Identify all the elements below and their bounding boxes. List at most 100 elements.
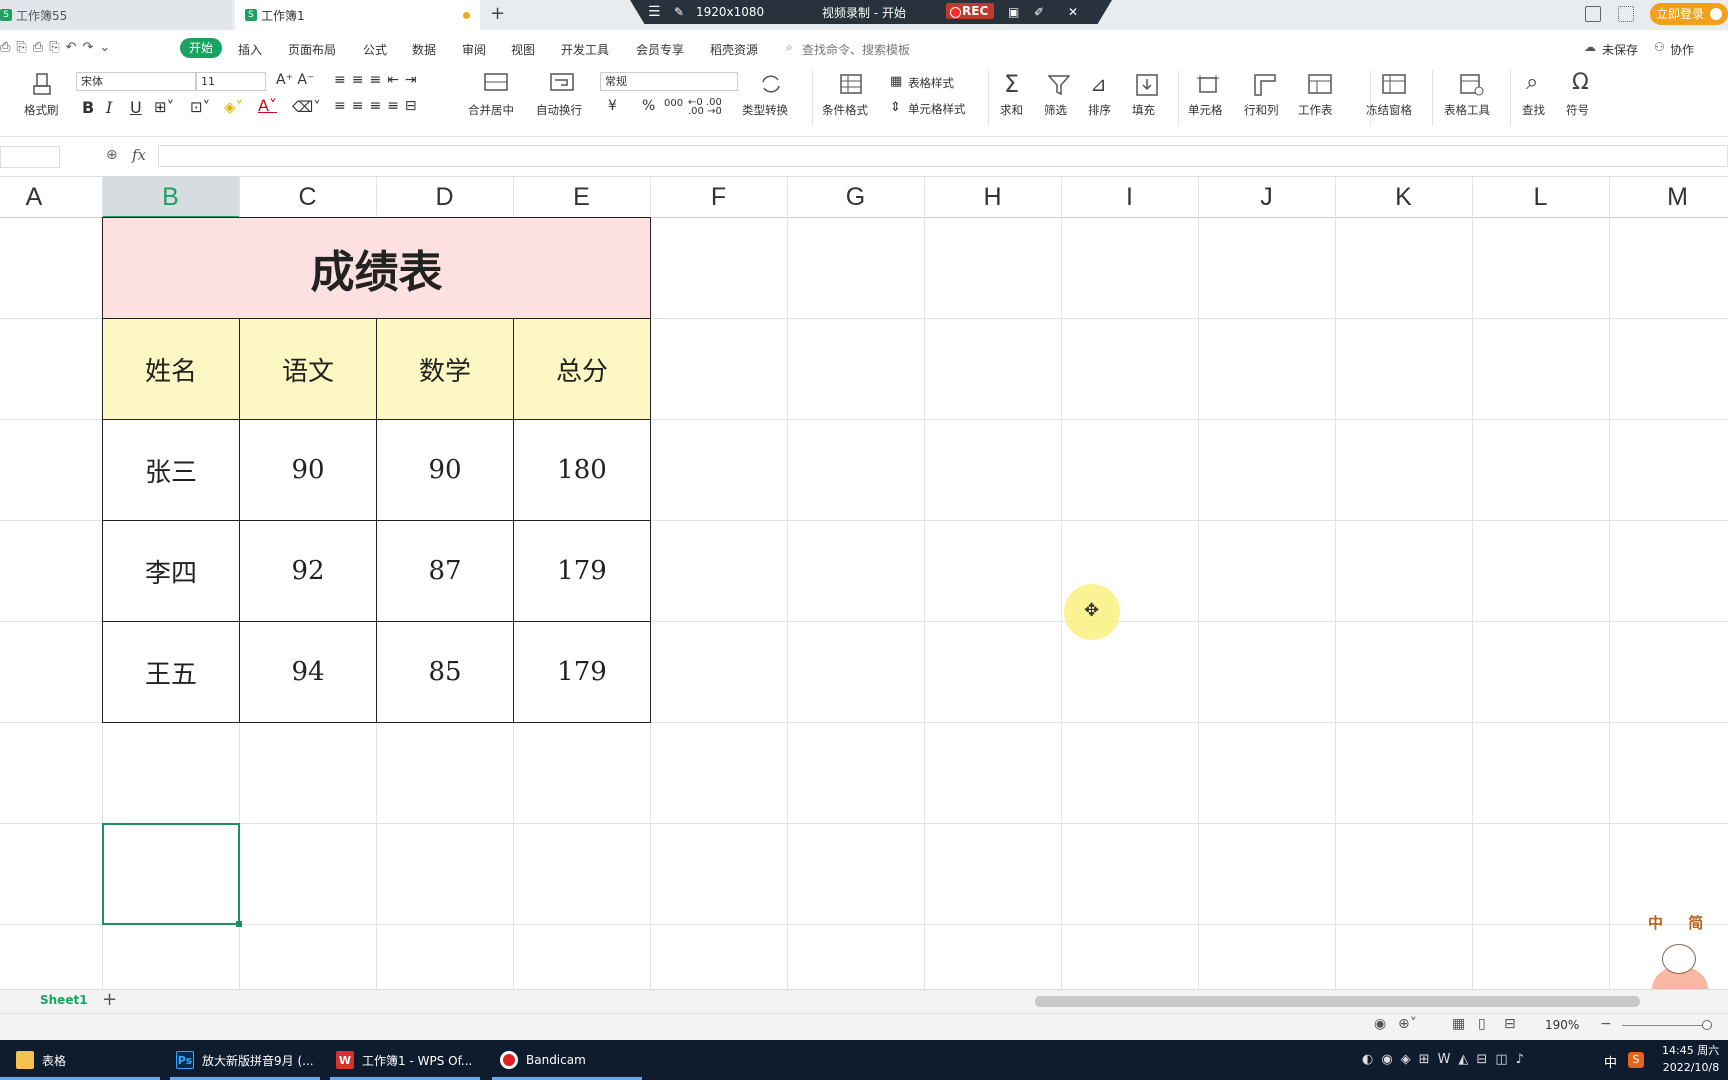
ime-indicator[interactable]: 中 [1604,1052,1617,1071]
eye-protection-icon[interactable]: ◉ [1374,1016,1386,1032]
column-header-c[interactable]: C [239,176,376,218]
page-layout-view-icon[interactable]: ▯ [1478,1016,1486,1032]
column-header-k[interactable]: K [1335,176,1472,218]
column-header-i[interactable]: I [1061,176,1198,218]
auto-wrap-button[interactable]: 自动换行 [536,102,582,118]
column-header-g[interactable]: G [787,176,924,218]
avatar[interactable] [1708,6,1724,22]
menu-review[interactable]: 审阅 [462,41,486,58]
taskbar-item-photoshop[interactable]: Ps 放大新版拼音9月 (... [176,1040,314,1080]
vertical-align-icons[interactable]: ≡≡≡⇤⇥ [334,72,423,88]
font-size-select[interactable]: 11 [196,72,266,91]
pencil-icon[interactable]: ✐ [1034,5,1044,19]
row-col-button[interactable]: 行和列 [1244,102,1279,118]
bold-button[interactable]: B [82,98,94,117]
decimal-buttons[interactable]: ←0 .00.00 →0 [688,98,722,117]
page-break-view-icon[interactable]: ⊟ [1504,1016,1516,1032]
cell-total[interactable]: 179 [513,621,651,723]
menu-start[interactable]: 开始 [180,38,222,58]
name-box[interactable] [0,146,60,168]
cell-chinese[interactable]: 92 [239,520,377,622]
currency-button[interactable]: ¥ [608,98,617,114]
taskbar-item-bandicam[interactable]: Bandicam [500,1040,586,1080]
column-header-l[interactable]: L [1472,176,1609,218]
table-tools-button[interactable]: 表格工具 [1444,102,1490,118]
header-math[interactable]: 数学 [376,318,514,420]
taskbar-item-folder[interactable]: 表格 [16,1040,66,1080]
command-search-input[interactable]: 查找命令、搜索模板 [802,41,910,58]
fill-style-icon[interactable]: ⊡˅ [190,98,210,116]
cell-math[interactable]: 85 [376,621,514,723]
zoom-out-icon[interactable]: − [1600,1016,1612,1032]
symbol-button[interactable]: 符号 [1566,102,1589,118]
column-header-e[interactable]: E [513,176,650,218]
zoom-level[interactable]: 190% [1545,1018,1579,1032]
freeze-panes-button[interactable]: 冻结窗格 [1366,102,1412,118]
sheet-tab-sheet1[interactable]: Sheet1 [40,993,88,1007]
window-layout-icon[interactable] [1585,6,1601,22]
zoom-slider[interactable] [1622,1025,1712,1026]
header-total[interactable]: 总分 [513,318,651,420]
cell-style-button[interactable]: 单元格样式 [908,101,966,117]
rec-button[interactable]: REC [946,3,995,19]
table-title[interactable]: 成绩表 [102,217,651,319]
column-header-d[interactable]: D [376,176,513,218]
active-cell-selection[interactable] [102,823,242,927]
cell-button[interactable]: 单元格 [1188,102,1223,118]
pin-icon[interactable]: ✎ [674,5,684,19]
menu-icon[interactable]: ☰ [648,4,661,20]
menu-docer[interactable]: 稻壳资源 [710,41,758,58]
fx-icon[interactable]: fx [132,146,146,164]
sort-button[interactable]: 排序 [1088,102,1111,118]
column-header-a[interactable]: A [0,176,68,218]
sum-button[interactable]: 求和 [1000,102,1023,118]
header-chinese[interactable]: 语文 [239,318,377,420]
number-format-select[interactable]: 常规 [600,72,738,91]
system-tray-icons[interactable]: ◐◉◈⊞W◭⊟◫♪ [1362,1052,1532,1067]
column-header-m[interactable]: M [1609,176,1728,218]
menu-dev-tools[interactable]: 开发工具 [561,41,609,58]
cell-name[interactable]: 王五 [102,621,240,723]
cell-total[interactable]: 180 [513,419,651,521]
menu-formula[interactable]: 公式 [363,41,387,58]
percent-button[interactable]: % [642,98,655,114]
type-convert-button[interactable]: 类型转换 [742,102,788,118]
font-color-icon[interactable]: A˅ [258,96,277,115]
normal-view-icon[interactable]: ▦ [1452,1016,1465,1032]
horizontal-align-icons[interactable]: ≡≡≡≡⊟ [334,98,423,114]
find-button[interactable]: 查找 [1522,102,1545,118]
unsaved-status[interactable]: 未保存 [1602,41,1638,58]
fill-button[interactable]: 填充 [1132,102,1155,118]
eraser-icon[interactable]: ⌫˅ [292,98,321,116]
column-header-f[interactable]: F [650,176,787,218]
add-sheet-button[interactable]: + [102,989,117,1010]
formula-input[interactable] [158,145,1728,167]
close-icon[interactable]: ✕ [1068,5,1078,19]
italic-button[interactable]: I [106,98,112,117]
menu-page-layout[interactable]: 页面布局 [288,41,336,58]
font-name-select[interactable]: 宋体 [76,72,196,91]
tab-workbook55[interactable]: S 工作簿55 [0,0,232,30]
underline-button[interactable]: U [130,98,142,117]
fill-color-icon[interactable]: ◈˅ [224,98,243,116]
column-header-b[interactable]: B [102,176,239,218]
cell-name[interactable]: 李四 [102,520,240,622]
zoom-slider-thumb[interactable] [1702,1020,1712,1030]
worksheet-button[interactable]: 工作表 [1298,102,1333,118]
cell-chinese[interactable]: 94 [239,621,377,723]
thousands-button[interactable]: 000 [664,98,683,109]
tab-workbook1[interactable]: S 工作簿1 [235,0,480,30]
border-icon[interactable]: ⊞˅ [154,98,174,116]
menu-data[interactable]: 数据 [412,41,436,58]
sogou-ime-icon[interactable]: S [1628,1052,1644,1068]
collab-button[interactable]: 协作 [1670,41,1694,58]
header-name[interactable]: 姓名 [102,318,240,420]
apps-grid-icon[interactable] [1618,6,1634,22]
column-header-j[interactable]: J [1198,176,1335,218]
new-tab-button[interactable]: + [490,3,505,24]
quick-access-icons[interactable]: ⎙⎘⎙⎘↶↷⌄ [0,40,116,55]
taskbar-item-wps[interactable]: W 工作簿1 - WPS Of... [336,1040,472,1080]
merge-center-button[interactable]: 合并居中 [468,102,514,118]
zoom-formula-icon[interactable]: ⊕ [106,147,118,163]
cell-total[interactable]: 179 [513,520,651,622]
